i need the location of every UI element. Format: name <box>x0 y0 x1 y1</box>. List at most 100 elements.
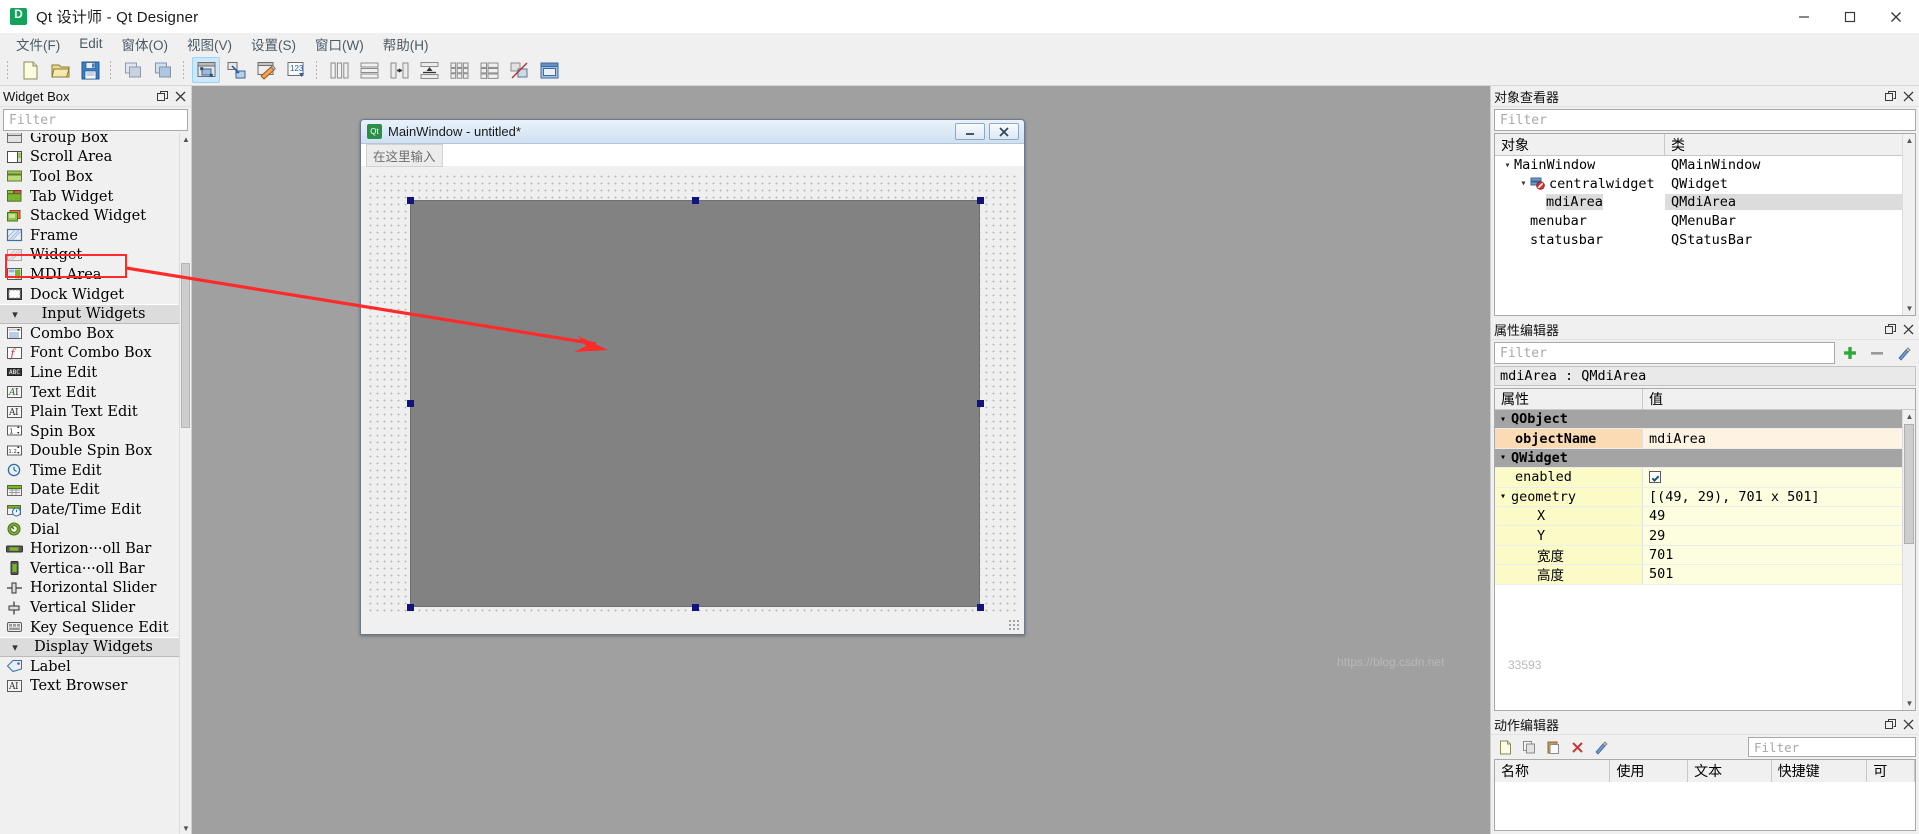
widget-item-text-edit[interactable]: A I Text Edit <box>0 383 179 403</box>
property-value[interactable]: 49 <box>1643 506 1902 526</box>
menu-form[interactable]: 窗体(O) <box>113 32 178 57</box>
widget-box-list[interactable]: Group Box Scroll Area Tool Box Tab Widget St… <box>0 133 191 834</box>
float-icon[interactable] <box>1883 322 1898 337</box>
object-tree-row[interactable]: mdiArea QMdiArea <box>1495 193 1915 212</box>
widget-item-dial[interactable]: Dial <box>0 520 179 540</box>
menu-edit[interactable]: Edit <box>70 34 111 54</box>
menu-window[interactable]: 窗口(W) <box>306 32 373 57</box>
property-filter-input[interactable]: Filter <box>1494 342 1835 364</box>
close-icon[interactable] <box>1901 322 1916 337</box>
property-row[interactable]: Y 29 <box>1495 526 1902 546</box>
new-form-icon[interactable] <box>16 57 44 83</box>
selection-handle-middle-right[interactable] <box>977 400 984 407</box>
paste-action-icon[interactable] <box>1542 737 1564 757</box>
layout-grid-icon[interactable] <box>445 57 473 83</box>
selection-handle-bottom-center[interactable] <box>692 604 699 611</box>
layout-splitter-horizontal-icon[interactable] <box>385 57 413 83</box>
toolbar-grip-1[interactable] <box>5 59 12 81</box>
action-column-header[interactable]: 快捷键 <box>1772 760 1868 782</box>
widget-item-time-edit[interactable]: Time Edit <box>0 461 179 481</box>
copy-action-icon[interactable] <box>1518 737 1540 757</box>
chevron-down-icon[interactable]: ▾ <box>1501 160 1514 171</box>
scroll-down-arrow-icon[interactable]: ▼ <box>1903 302 1915 315</box>
object-tree-row[interactable]: ▾ MainWindow QMainWindow <box>1495 156 1915 175</box>
scroll-down-arrow-icon[interactable]: ▼ <box>1903 697 1915 710</box>
redo-icon[interactable] <box>149 57 177 83</box>
widget-item-dock-widget[interactable]: Dock Widget <box>0 285 179 305</box>
widget-item-plain-text-edit[interactable]: A I Plain Text Edit <box>0 402 179 422</box>
action-column-header[interactable]: 名称 <box>1495 760 1611 782</box>
action-table[interactable]: 名称 使用 文本 快捷键可 <box>1494 759 1916 831</box>
toolbar-grip-2[interactable] <box>108 59 115 81</box>
widget-item-date-time-edit[interactable]: Date/Time Edit <box>0 500 179 520</box>
scroll-up-arrow-icon[interactable]: ▲ <box>1903 134 1915 147</box>
scroll-down-arrow-icon[interactable]: ▼ <box>180 822 191 834</box>
chevron-down-icon[interactable]: ▾ <box>1495 452 1511 463</box>
layout-form-icon[interactable] <box>475 57 503 83</box>
close-icon[interactable] <box>1901 717 1916 732</box>
chevron-down-icon[interactable]: ▾ <box>1495 414 1511 425</box>
widget-item-stacked-widget[interactable]: Stacked Widget <box>0 206 179 226</box>
form-close-button[interactable] <box>989 123 1019 140</box>
edit-buddies-icon[interactable] <box>252 57 280 83</box>
form-window-mainwindow[interactable]: MainWindow - untitled* 在这里输入 <box>360 119 1025 635</box>
widget-item-mdi-area[interactable]: MDI Area <box>0 265 179 285</box>
action-column-header[interactable]: 可 <box>1867 760 1915 782</box>
widget-item-double-spin-box[interactable]: 1.2 Double Spin Box <box>0 442 179 462</box>
widget-box-category-input-widgets[interactable]: ▾ Input Widgets <box>0 304 179 324</box>
close-button[interactable] <box>1873 0 1919 33</box>
chevron-down-icon[interactable]: ▾ <box>1495 491 1511 502</box>
toolbar-grip-4[interactable] <box>314 59 321 81</box>
widget-box-category-display-widgets[interactable]: ▾ Display Widgets <box>0 637 179 658</box>
selection-handle-bottom-right[interactable] <box>977 604 984 611</box>
edit-action-icon[interactable] <box>1590 737 1612 757</box>
property-value[interactable]: [(49, 29), 701 x 501] <box>1643 487 1902 506</box>
property-value[interactable] <box>1643 410 1902 428</box>
configure-icon[interactable] <box>1892 342 1916 364</box>
widget-item-combo-box[interactable]: Combo Box <box>0 324 179 344</box>
new-action-icon[interactable] <box>1494 737 1516 757</box>
remove-property-icon[interactable] <box>1865 342 1889 364</box>
layout-splitter-vertical-icon[interactable] <box>415 57 443 83</box>
object-tree-row[interactable]: statusbar QStatusBar <box>1495 230 1915 249</box>
property-table[interactable]: 属性 值 ▾ QObject objectName mdiArea ▾ QWidget en… <box>1494 388 1916 711</box>
property-row[interactable]: enabled <box>1495 468 1902 488</box>
property-row[interactable]: objectName mdiArea <box>1495 429 1902 449</box>
delete-action-icon[interactable] <box>1566 737 1588 757</box>
widget-item-scroll-area[interactable]: Scroll Area <box>0 148 179 168</box>
property-row[interactable]: ▾ QObject <box>1495 410 1902 430</box>
edit-tab-order-icon[interactable]: 123 <box>282 57 310 83</box>
float-icon[interactable] <box>1883 717 1898 732</box>
property-row[interactable]: X 49 <box>1495 506 1902 527</box>
widget-item-date-edit[interactable]: Date Edit <box>0 481 179 501</box>
selection-handle-top-left[interactable] <box>407 197 414 204</box>
object-tree-scrollbar[interactable]: ▲ ▼ <box>1902 134 1915 315</box>
action-column-header[interactable]: 使用 <box>1610 760 1689 782</box>
menu-file[interactable]: 文件(F) <box>7 32 69 57</box>
undo-icon[interactable] <box>119 57 147 83</box>
close-icon[interactable] <box>1901 89 1916 104</box>
widget-item-key-sequence-edit[interactable]: Key Sequence Edit <box>0 618 179 638</box>
widget-item-tool-box[interactable]: Tool Box <box>0 167 179 187</box>
scroll-up-arrow-icon[interactable]: ▲ <box>1903 410 1915 423</box>
edit-widgets-icon[interactable] <box>192 57 220 83</box>
widget-item-widget[interactable]: Widget <box>0 246 179 266</box>
open-form-icon[interactable] <box>46 57 74 83</box>
widget-item-vertica-oll-bar[interactable]: Vertica···oll Bar <box>0 559 179 579</box>
widget-item-label[interactable]: Label <box>0 657 179 677</box>
float-icon[interactable] <box>1883 89 1898 104</box>
menu-view[interactable]: 视图(V) <box>178 32 241 57</box>
form-menu-placeholder[interactable]: 在这里输入 <box>366 143 443 167</box>
edit-signals-slots-icon[interactable] <box>222 57 250 83</box>
widget-item-spin-box[interactable]: 1 Spin Box <box>0 422 179 442</box>
layout-horizontally-icon[interactable] <box>325 57 353 83</box>
enabled-checkbox[interactable] <box>1649 471 1661 484</box>
widget-box-scrollbar[interactable]: ▲ ▼ <box>179 133 191 834</box>
widget-item-text-browser[interactable]: A I Text Browser <box>0 677 179 697</box>
scrollbar-thumb[interactable] <box>181 263 190 428</box>
add-property-icon[interactable] <box>1838 342 1862 364</box>
property-table-scrollbar[interactable]: ▲ ▼ <box>1902 410 1915 710</box>
selection-handle-top-right[interactable] <box>977 197 984 204</box>
property-row[interactable]: 宽度 701 <box>1495 545 1902 566</box>
object-inspector-filter-input[interactable]: Filter <box>1494 109 1916 131</box>
